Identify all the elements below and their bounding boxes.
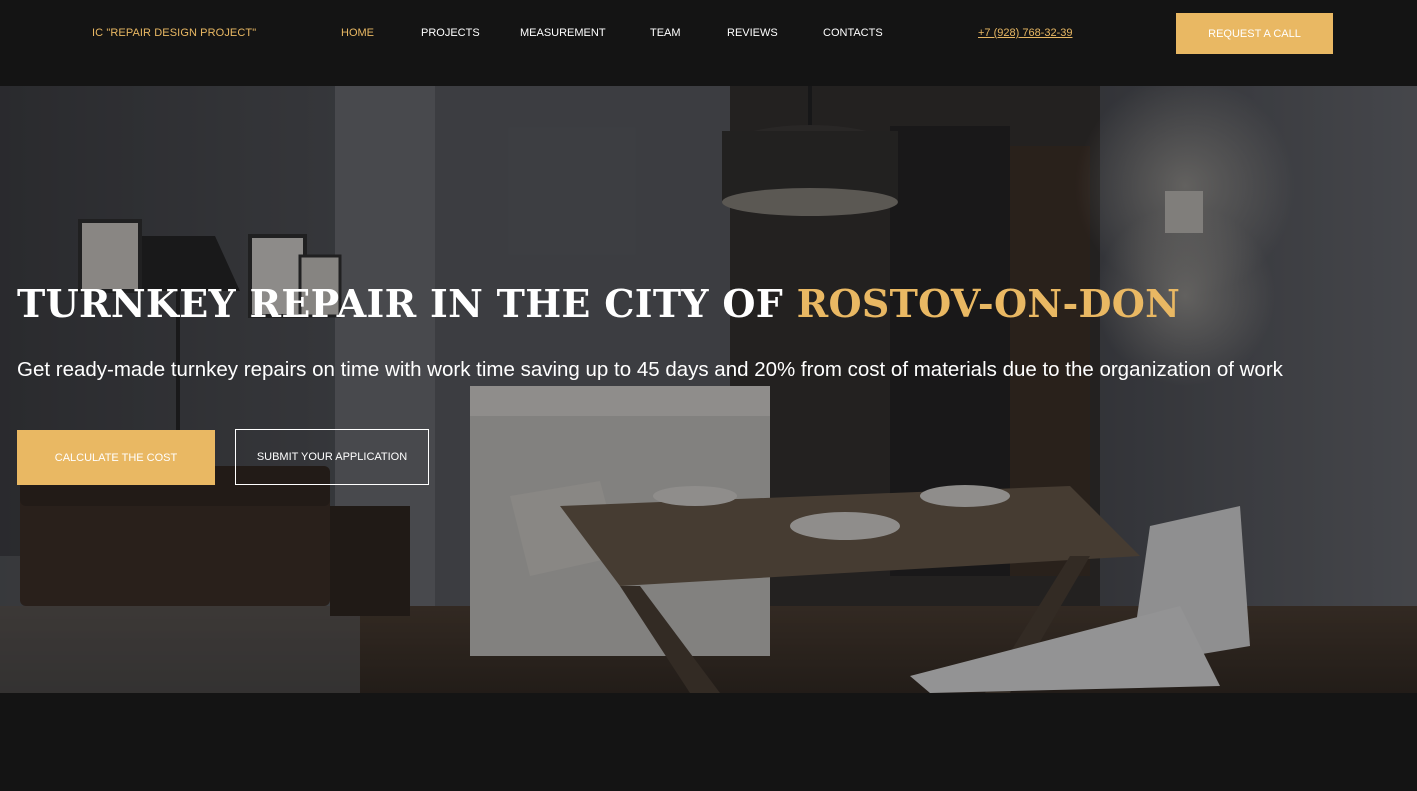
nav-home[interactable]: HOME bbox=[341, 27, 374, 39]
calculate-cost-button[interactable]: CALCULATE THE COST bbox=[17, 430, 215, 485]
request-call-button[interactable]: REQUEST A CALL bbox=[1176, 13, 1333, 54]
hero-title-accent: ROSTOV-ON-DON bbox=[796, 281, 1181, 326]
phone-link[interactable]: +7 (928) 768-32-39 bbox=[978, 27, 1072, 39]
hero-title-main: TURNKEY REPAIR IN THE CITY OF bbox=[17, 281, 797, 326]
nav-team[interactable]: TEAM bbox=[650, 27, 681, 39]
hero-section: TURNKEY REPAIR IN THE CITY OF ROSTOV-ON-… bbox=[0, 86, 1417, 693]
site-logo[interactable]: IC "REPAIR DESIGN PROJECT" bbox=[92, 27, 256, 39]
hero-overlay bbox=[0, 86, 1417, 693]
site-header: IC "REPAIR DESIGN PROJECT" HOME PROJECTS… bbox=[0, 0, 1417, 86]
hero-subtitle: Get ready-made turnkey repairs on time w… bbox=[17, 358, 1283, 381]
submit-application-button[interactable]: SUBMIT YOUR APPLICATION bbox=[235, 429, 429, 485]
hero-title: TURNKEY REPAIR IN THE CITY OF ROSTOV-ON-… bbox=[17, 281, 1180, 326]
nav-measurement[interactable]: MEASUREMENT bbox=[520, 27, 606, 39]
page-bottom-area bbox=[0, 693, 1417, 791]
nav-projects[interactable]: PROJECTS bbox=[421, 27, 480, 39]
nav-reviews[interactable]: REVIEWS bbox=[727, 27, 778, 39]
nav-contacts[interactable]: CONTACTS bbox=[823, 27, 883, 39]
